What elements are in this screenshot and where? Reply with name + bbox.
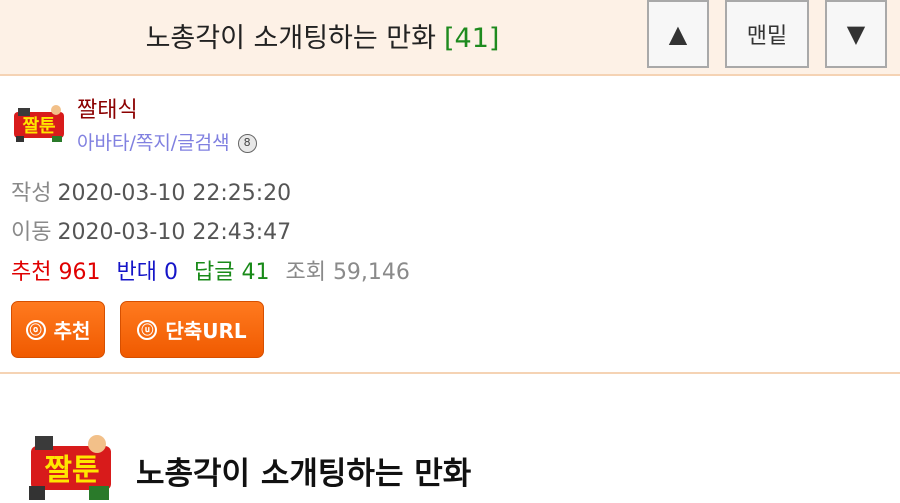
content-heading: 노총각이 소개팅하는 만화 xyxy=(136,456,472,492)
author-links-text[interactable]: 아바타/쪽지/글검색 xyxy=(77,132,230,154)
author-avatar-icon[interactable]: 짤툰 xyxy=(12,102,68,144)
post-title: 노총각이 소개팅하는 만화 [41] xyxy=(0,16,645,55)
moved-value: 2020-03-10 22:43:47 xyxy=(57,220,292,245)
recommend-button[interactable]: ⓞ 추천 xyxy=(11,301,105,358)
moved-date-row: 이동 2020-03-10 22:43:47 xyxy=(11,214,291,246)
recommend-label: 추천 xyxy=(11,260,52,285)
recommend-button-label: 추천 xyxy=(53,319,91,343)
up-arrow-icon: ▲ xyxy=(668,20,688,48)
views-count: 59,146 xyxy=(332,260,410,285)
scroll-up-button[interactable]: ▲ xyxy=(647,0,709,68)
written-value: 2020-03-10 22:25:20 xyxy=(57,181,292,206)
recommend-count: 961 xyxy=(58,260,101,285)
author-links: 아바타/쪽지/글검색 8 xyxy=(77,128,257,155)
section-divider xyxy=(0,372,900,374)
post-header: 노총각이 소개팅하는 만화 [41] ▲ 맨밑 ▼ xyxy=(0,0,900,76)
oppose-count: 0 xyxy=(163,260,178,285)
written-date-row: 작성 2020-03-10 22:25:20 xyxy=(11,175,291,207)
bottom-label: 맨밑 xyxy=(746,24,788,49)
comment-count[interactable]: [41] xyxy=(444,23,499,54)
moved-label: 이동 xyxy=(11,220,52,245)
zzaltoon-logo-text: 짤툰 xyxy=(44,453,99,488)
written-label: 작성 xyxy=(11,181,52,206)
down-arrow-icon: ▼ xyxy=(846,20,866,48)
recommend-circle-icon: ⓞ xyxy=(25,319,46,340)
level-badge-icon: 8 xyxy=(237,134,257,153)
reply-count: 41 xyxy=(241,260,270,285)
scroll-down-button[interactable]: ▼ xyxy=(825,0,887,68)
short-url-button-label: 단축URL xyxy=(165,319,247,343)
short-url-circle-icon: ⓤ xyxy=(137,319,158,340)
zzaltoon-logo-icon: 짤툰 xyxy=(29,435,111,500)
author-avatar-text: 짤툰 xyxy=(22,116,55,137)
views-label: 조회 xyxy=(285,260,326,285)
author-name[interactable]: 짤태식 xyxy=(77,92,138,124)
post-title-text: 노총각이 소개팅하는 만화 xyxy=(145,23,436,54)
scroll-bottom-button[interactable]: 맨밑 xyxy=(725,0,809,68)
stats-row: 추천 961 반대 0 답글 41 조회 59,146 xyxy=(11,254,410,286)
short-url-button[interactable]: ⓤ 단축URL xyxy=(120,301,264,358)
reply-label: 답글 xyxy=(193,260,235,285)
oppose-label: 반대 xyxy=(116,260,157,285)
